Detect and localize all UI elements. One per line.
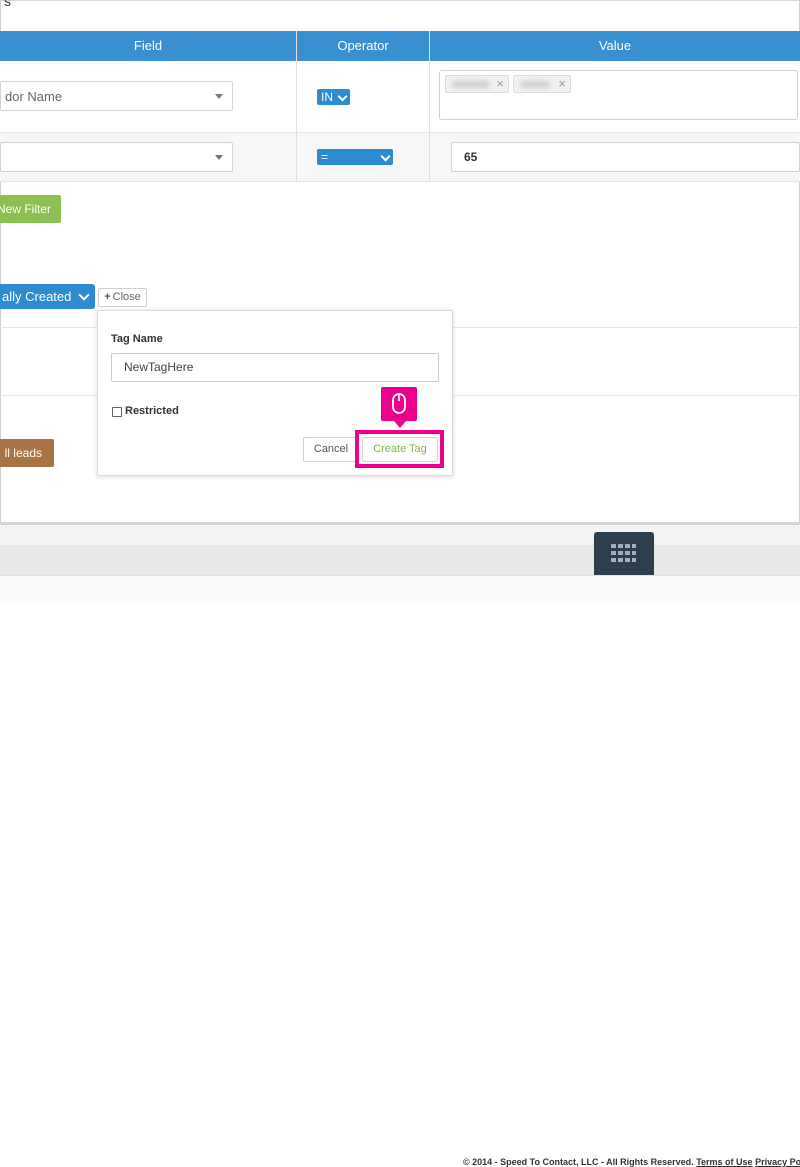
copyright-text: © 2014 - Speed To Contact, LLC - All Rig… bbox=[463, 1157, 800, 1167]
chevron-down-icon bbox=[337, 91, 348, 102]
value-chip: × bbox=[513, 75, 571, 93]
remove-chip-icon[interactable]: × bbox=[558, 76, 566, 92]
chevron-down-icon bbox=[380, 151, 391, 162]
click-indicator-tail bbox=[394, 421, 406, 428]
value-input[interactable]: 65 bbox=[451, 142, 800, 172]
column-divider bbox=[296, 31, 297, 181]
tag-type-select[interactable]: ally Created bbox=[0, 284, 95, 309]
column-divider bbox=[429, 31, 430, 181]
privacy-policy-link[interactable]: Privacy Pol bbox=[755, 1157, 800, 1167]
chevron-down-icon bbox=[215, 94, 223, 99]
value-chip: × bbox=[445, 75, 509, 93]
new-filter-button[interactable]: New Filter bbox=[0, 195, 61, 223]
cancel-button[interactable]: Cancel bbox=[303, 437, 359, 462]
footer: © 2014 - Speed To Contact, LLC - All Rig… bbox=[0, 575, 800, 1167]
footer-band bbox=[0, 525, 800, 545]
chevron-down-icon bbox=[215, 155, 223, 160]
value-tag-input[interactable]: × × bbox=[439, 70, 798, 120]
filter-row: = 65 bbox=[0, 133, 800, 182]
field-select[interactable]: dor Name bbox=[0, 81, 233, 111]
plus-icon: + bbox=[104, 291, 111, 303]
section-title-fragment: s bbox=[4, 0, 11, 9]
click-indicator bbox=[381, 387, 417, 421]
restricted-checkbox[interactable] bbox=[112, 407, 122, 417]
redacted-text bbox=[452, 81, 490, 88]
tag-type-value: ally Created bbox=[2, 289, 72, 304]
filter-row: dor Name IN × × bbox=[0, 61, 800, 133]
operator-select[interactable]: IN bbox=[317, 89, 350, 105]
copyright-label: © 2014 - Speed To Contact, LLC - All Rig… bbox=[463, 1157, 694, 1167]
remove-chip-icon[interactable]: × bbox=[496, 76, 504, 92]
close-button[interactable]: + Close bbox=[98, 288, 147, 307]
field-select-value: dor Name bbox=[5, 89, 63, 104]
operator-select[interactable]: = bbox=[317, 149, 393, 165]
grid-icon bbox=[611, 544, 636, 562]
field-select[interactable] bbox=[0, 142, 233, 172]
column-header-field: Field bbox=[133, 38, 163, 53]
footer-band bbox=[0, 545, 800, 575]
table-header: Field Operator Value bbox=[0, 31, 800, 61]
operator-select-value: IN bbox=[321, 90, 333, 104]
redacted-text bbox=[520, 81, 550, 88]
operator-select-value: = bbox=[321, 150, 329, 164]
frame-top-border bbox=[0, 0, 800, 1]
app-launcher-button[interactable] bbox=[594, 532, 654, 575]
close-button-label: Close bbox=[112, 291, 141, 303]
column-header-value: Value bbox=[598, 38, 632, 53]
mouse-icon bbox=[392, 393, 406, 414]
terms-of-use-link[interactable]: Terms of Use bbox=[696, 1157, 752, 1167]
column-header-operator: Operator bbox=[337, 38, 389, 53]
click-highlight bbox=[355, 430, 444, 468]
chevron-down-icon bbox=[78, 289, 90, 301]
all-leads-button[interactable]: ll leads bbox=[0, 439, 54, 467]
tag-name-label: Tag Name bbox=[111, 333, 163, 345]
restricted-label: Restricted bbox=[125, 405, 179, 417]
tag-name-input[interactable]: NewTagHere bbox=[111, 353, 439, 382]
